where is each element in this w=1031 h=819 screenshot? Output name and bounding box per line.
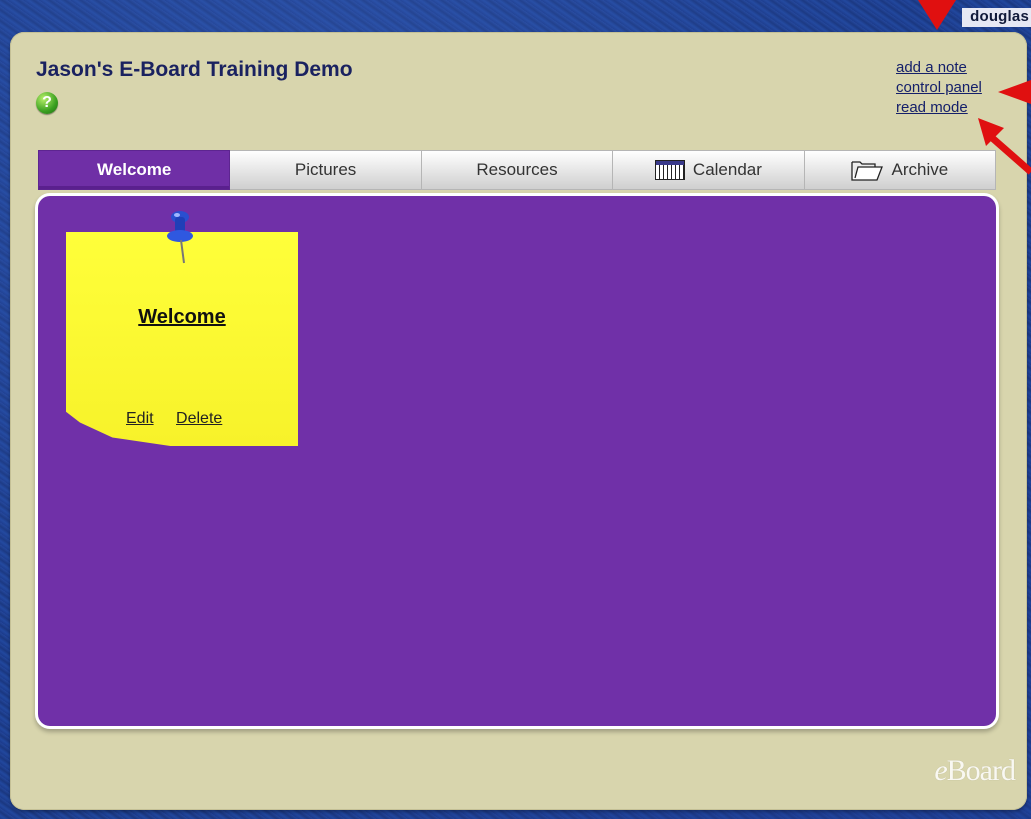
delete-note-link[interactable]: Delete — [176, 410, 222, 427]
tab-label: Calendar — [692, 160, 762, 179]
edit-note-link[interactable]: Edit — [126, 410, 154, 427]
board-title: Jason's E-Board Training Demo — [36, 58, 353, 81]
read-mode-link[interactable]: read mode — [896, 98, 982, 118]
folder-icon — [851, 161, 884, 181]
add-note-link[interactable]: add a note — [896, 58, 982, 78]
pushpin-icon — [167, 211, 193, 264]
arrow-down-annotation — [918, 0, 956, 30]
tab-label: Welcome — [97, 160, 172, 179]
tab-resources[interactable]: Resources — [421, 150, 614, 190]
board-panel: Jason's E-Board Training Demo ? add a no… — [10, 32, 1027, 810]
username-label: douglas — [962, 8, 1031, 27]
tab-welcome[interactable]: Welcome — [38, 150, 231, 190]
note-title-link[interactable]: Welcome — [66, 306, 298, 329]
note-actions: Edit Delete — [126, 410, 240, 428]
tab-label: Resources — [476, 160, 558, 179]
tab-archive[interactable]: Archive — [804, 150, 997, 190]
eboard-logo: eBoard — [934, 754, 1016, 787]
tab-label: Archive — [891, 160, 949, 179]
tab-label: Pictures — [294, 160, 357, 179]
tab-bar: Welcome Pictures Resources Calendar Arch… — [38, 150, 997, 190]
board-content-area: Welcome Edit Delete — [38, 196, 996, 726]
calendar-icon — [654, 160, 685, 180]
tab-calendar[interactable]: Calendar — [613, 150, 805, 190]
tab-pictures[interactable]: Pictures — [230, 150, 422, 190]
board-action-links: add a note control panel read mode — [896, 58, 982, 118]
control-panel-link[interactable]: control panel — [896, 78, 982, 98]
help-question-icon[interactable]: ? — [36, 92, 58, 114]
